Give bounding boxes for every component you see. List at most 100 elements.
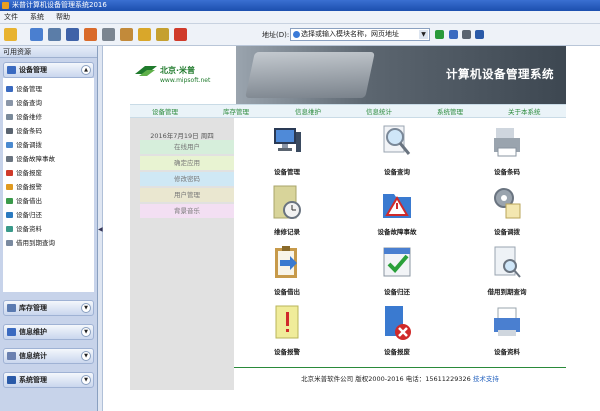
inventory-group-icon xyxy=(7,304,16,312)
address-label: 地址(D): xyxy=(262,31,290,39)
expand-icon[interactable]: ▼ xyxy=(81,375,91,385)
clock-folder-icon xyxy=(273,185,301,219)
sidebar: 可用资源 设备管理 ▲ 设备管理 设备查询 设备维修 设备条码 设备调拨 设备故… xyxy=(0,46,98,411)
app-icon xyxy=(2,2,9,9)
close-icon xyxy=(6,170,13,176)
tile-equipment-query[interactable]: 设备查询 xyxy=(362,124,432,182)
quick-user-management[interactable]: 用户管理 xyxy=(140,188,234,202)
home-icon[interactable] xyxy=(84,28,97,41)
collapse-arrow-icon[interactable]: ◀ xyxy=(98,226,103,233)
tile-equipment-barcode[interactable]: 设备条码 xyxy=(472,124,542,182)
sidebar-header: 可用资源 xyxy=(0,46,97,58)
quick-change-password[interactable]: 修改密码 xyxy=(140,172,234,186)
gear-list-icon xyxy=(494,188,521,219)
sidebar-item-equipment-alarm[interactable]: 设备报警 xyxy=(3,180,94,194)
lock-icon[interactable] xyxy=(156,28,169,41)
footer-copyright: 版权2000-2016 xyxy=(355,375,404,383)
menu-system[interactable]: 系统 xyxy=(26,11,52,23)
sidebar-item-equipment-return[interactable]: 设备归还 xyxy=(3,208,94,222)
address-input[interactable]: 选择或输入模块名称，网页地址 ▼ xyxy=(290,28,430,41)
sidebar-item-equipment-transfer[interactable]: 设备调拨 xyxy=(3,138,94,152)
user-icon[interactable] xyxy=(138,28,151,41)
menu-help[interactable]: 帮助 xyxy=(52,11,78,23)
list-icon[interactable] xyxy=(30,28,43,41)
nav-info-statistics[interactable]: 信息统计 xyxy=(366,105,392,119)
footer-support-link[interactable]: 技术支持 xyxy=(473,375,499,383)
statistics-group-icon xyxy=(7,352,16,360)
sidebar-item-equipment-docs[interactable]: 设备资料 xyxy=(3,222,94,236)
alert-note-icon xyxy=(275,305,299,339)
current-date: 2016年7月19日 周四 xyxy=(150,132,214,140)
disk-dropdown-icon[interactable] xyxy=(475,30,484,39)
tile-lend-due-query[interactable]: 借用到期查询 xyxy=(472,244,542,302)
tile-equipment-scrap[interactable]: 设备报废 xyxy=(362,304,432,362)
quick-online-users[interactable]: 在线用户 xyxy=(140,140,234,154)
document-search-icon xyxy=(494,246,521,278)
computer-icon[interactable] xyxy=(48,28,61,41)
tile-equipment-manage[interactable]: 设备管理 xyxy=(252,124,322,182)
sidebar-group-label: 设备管理 xyxy=(19,66,47,74)
nav-equipment[interactable]: 设备管理 xyxy=(152,105,178,119)
collapse-icon[interactable]: ▲ xyxy=(81,65,91,75)
fault-icon xyxy=(6,156,13,162)
maintenance-group-icon xyxy=(7,328,16,336)
print-small-icon[interactable] xyxy=(462,30,471,39)
return-icon xyxy=(6,212,13,218)
sidebar-item-equipment-query[interactable]: 设备查询 xyxy=(3,96,94,110)
wrench-icon xyxy=(6,114,13,120)
expand-icon[interactable]: ▼ xyxy=(81,303,91,313)
tile-equipment-docs[interactable]: 设备资料 xyxy=(472,304,542,362)
lend-icon xyxy=(6,198,13,204)
menu-bar: 文件 系统 帮助 xyxy=(0,11,600,24)
quick-panel: 2016年7月19日 周四 在线用户 确定应用 修改密码 用户管理 背景音乐 xyxy=(130,118,234,390)
tile-repair-records[interactable]: 维修记录 xyxy=(252,184,322,242)
nav-info-maintenance[interactable]: 信息维护 xyxy=(295,105,321,119)
sidebar-item-equipment-scrap[interactable]: 设备报废 xyxy=(3,166,94,180)
sidebar-group-info-statistics[interactable]: 信息统计 ▼ xyxy=(3,348,94,364)
sidebar-item-lend-due-query[interactable]: 借用到期查询 xyxy=(3,236,94,250)
window-title: 米普计算机设备管理系统2016 xyxy=(12,1,107,9)
nav-inventory[interactable]: 库存管理 xyxy=(223,105,249,119)
footer-company: 北京米普软件公司 xyxy=(301,375,354,383)
magnifier-icon xyxy=(383,125,411,155)
transfer-icon xyxy=(6,142,13,148)
exit-icon[interactable] xyxy=(174,28,187,41)
printer-icon xyxy=(494,128,520,157)
sidebar-item-equipment-manage[interactable]: 设备管理 xyxy=(3,82,94,96)
nav-about[interactable]: 关于本系统 xyxy=(508,105,541,119)
footer-divider xyxy=(234,367,566,368)
book-icon[interactable] xyxy=(66,28,79,41)
quick-background-music[interactable]: 背景音乐 xyxy=(140,204,234,218)
nav-system[interactable]: 系统管理 xyxy=(437,105,463,119)
expand-icon[interactable]: ▼ xyxy=(81,351,91,361)
sidebar-item-equipment-repair[interactable]: 设备维修 xyxy=(3,110,94,124)
globe-icon xyxy=(293,31,300,38)
footer-phone: 电话：15611229326 xyxy=(405,375,471,383)
tile-equipment-return[interactable]: 设备归还 xyxy=(362,244,432,302)
chevron-down-icon[interactable]: ▼ xyxy=(419,30,428,39)
sidebar-group-inventory[interactable]: 库存管理 ▼ xyxy=(3,300,94,316)
open-folder-icon[interactable] xyxy=(4,28,17,41)
sidebar-item-equipment-lend[interactable]: 设备借出 xyxy=(3,194,94,208)
sidebar-group-system[interactable]: 系统管理 ▼ xyxy=(3,372,94,388)
toolbar: 地址(D): 选择或输入模块名称，网页地址 ▼ xyxy=(0,24,600,46)
menu-file[interactable]: 文件 xyxy=(0,11,26,23)
quick-confirm-app[interactable]: 确定应用 xyxy=(140,156,234,170)
sidebar-group-info-maintenance[interactable]: 信息维护 ▼ xyxy=(3,324,94,340)
tile-equipment-transfer[interactable]: 设备调拨 xyxy=(472,184,542,242)
tile-equipment-lend[interactable]: 设备借出 xyxy=(252,244,322,302)
sidebar-group-equipment[interactable]: 设备管理 ▲ xyxy=(3,62,94,78)
sidebar-item-equipment-fault[interactable]: 设备故障事故 xyxy=(3,152,94,166)
tile-equipment-alarm[interactable]: 设备报警 xyxy=(252,304,322,362)
printer-icon[interactable] xyxy=(102,28,115,41)
clipboard-arrow-icon xyxy=(275,246,297,278)
tile-equipment-fault[interactable]: 设备故障事故 xyxy=(362,184,432,242)
tools-icon[interactable] xyxy=(120,28,133,41)
banner: 北京·米普 www.mipsoft.net 计算机设备管理系统 xyxy=(130,46,566,104)
sidebar-item-equipment-barcode[interactable]: 设备条码 xyxy=(3,124,94,138)
save-icon[interactable] xyxy=(449,30,458,39)
banner-image: 计算机设备管理系统 xyxy=(236,46,566,104)
sidebar-equipment-list: 设备管理 设备查询 设备维修 设备条码 设备调拨 设备故障事故 设备报废 设备报… xyxy=(3,78,94,292)
go-arrow-icon[interactable] xyxy=(435,30,444,39)
expand-icon[interactable]: ▼ xyxy=(81,327,91,337)
